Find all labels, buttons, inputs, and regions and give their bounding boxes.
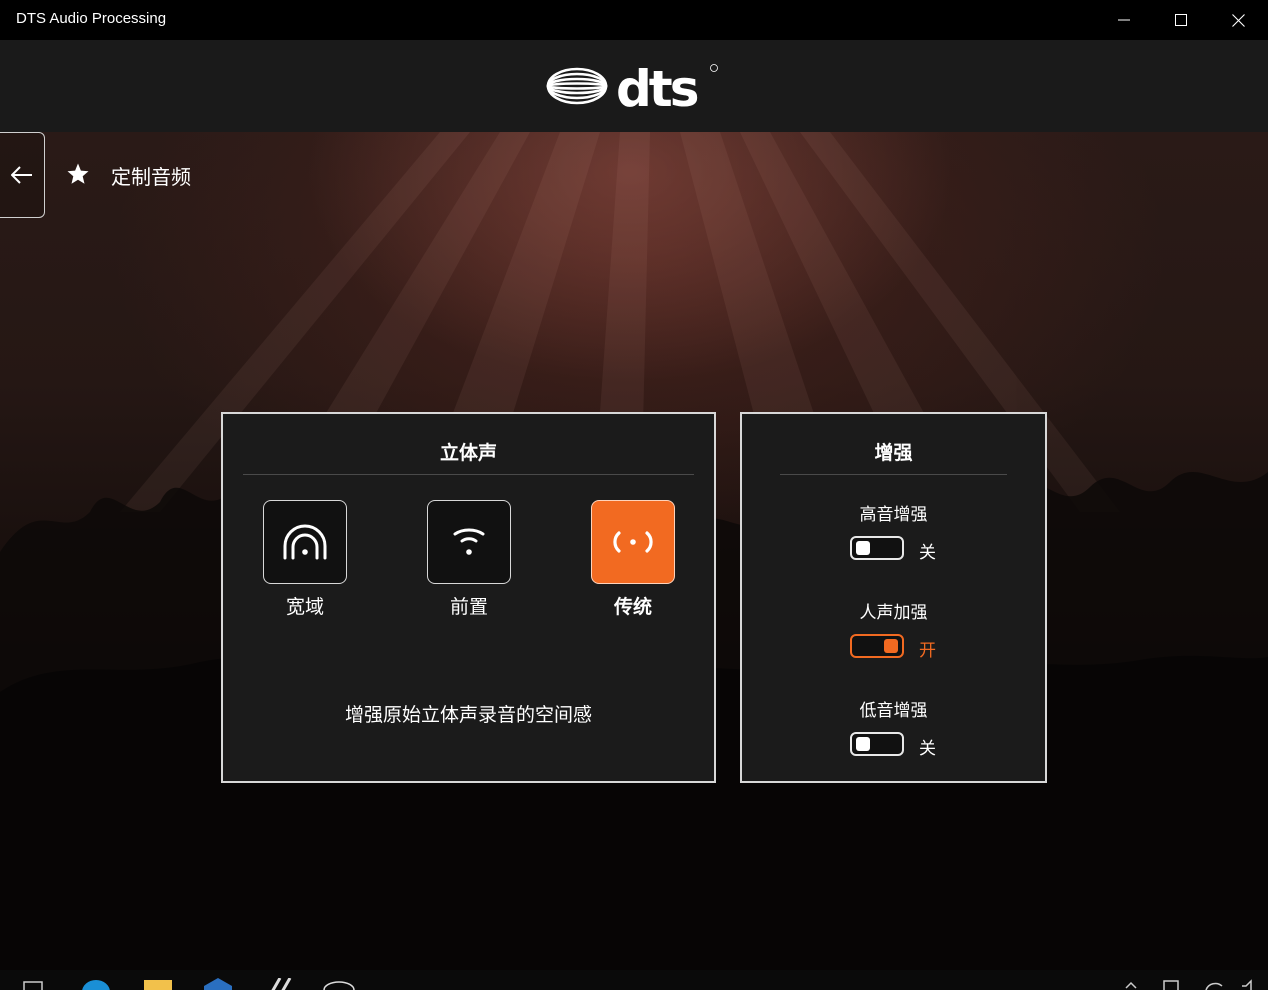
dialog-enhance-label: 人声加强	[859, 603, 928, 623]
window-title: DTS Audio Processing	[16, 10, 167, 27]
back-button[interactable]	[0, 132, 45, 218]
close-button[interactable]	[1210, 0, 1266, 40]
enhance-panel: 增强 高音增强 关 人声加强 开 低音增强 关	[740, 412, 1047, 783]
dts-taskbar-icon[interactable]	[322, 978, 356, 990]
treble-boost-toggle[interactable]	[850, 536, 904, 560]
stereo-panel-title: 立体声	[439, 442, 497, 464]
edge-icon[interactable]	[80, 978, 112, 990]
treble-boost-state: 关	[919, 543, 936, 563]
treble-boost-label: 高音增强	[859, 505, 928, 525]
network-icon[interactable]	[1162, 978, 1182, 990]
minimize-icon	[1118, 19, 1130, 21]
wifi-icon[interactable]	[1204, 978, 1224, 990]
app-icon[interactable]	[268, 978, 296, 990]
maximize-button[interactable]	[1153, 0, 1209, 40]
stereo-traditional-icon	[613, 531, 653, 553]
arrow-left-icon	[11, 166, 32, 184]
bass-boost-toggle[interactable]	[850, 732, 904, 756]
minimize-button[interactable]	[1096, 0, 1152, 40]
title-bar: DTS Audio Processing	[0, 0, 1268, 41]
mode-wide[interactable]: 宽域	[260, 500, 350, 619]
star-icon	[67, 163, 89, 184]
enhance-panel-title: 增强	[874, 442, 913, 464]
mode-traditional-label: 传统	[613, 596, 652, 618]
mode-description: 增强原始立体声录音的空间感	[344, 704, 592, 726]
volume-icon[interactable]	[1240, 978, 1260, 990]
mode-front[interactable]: 前置	[424, 500, 514, 619]
mode-wide-label: 宽域	[285, 596, 324, 618]
front-speaker-icon	[453, 528, 485, 555]
mode-front-label: 前置	[449, 596, 488, 618]
dialog-enhance-state: 开	[919, 641, 936, 661]
headphones-wide-icon	[283, 524, 327, 560]
bass-boost-label: 低音增强	[859, 701, 928, 721]
page-title: 定制音频	[111, 165, 191, 189]
task-view-icon[interactable]	[22, 978, 44, 990]
dialog-enhance-toggle[interactable]	[850, 634, 904, 658]
svg-text:dts: dts	[616, 62, 698, 112]
divider	[780, 474, 1007, 475]
dts-logo: dts	[546, 62, 718, 112]
file-explorer-icon[interactable]	[143, 978, 173, 990]
mail-icon[interactable]	[202, 978, 234, 990]
divider	[243, 474, 694, 475]
maximize-icon	[1175, 14, 1187, 26]
chevron-up-icon[interactable]	[1124, 978, 1138, 990]
close-icon	[1231, 13, 1245, 27]
mode-traditional[interactable]: 传统	[588, 500, 678, 619]
stereo-panel: 立体声 宽域 前置 传统 增强原始立体声录音的空间感	[221, 412, 716, 783]
app-header: dts	[0, 40, 1268, 132]
bass-boost-state: 关	[919, 739, 936, 759]
taskbar	[0, 970, 1268, 990]
